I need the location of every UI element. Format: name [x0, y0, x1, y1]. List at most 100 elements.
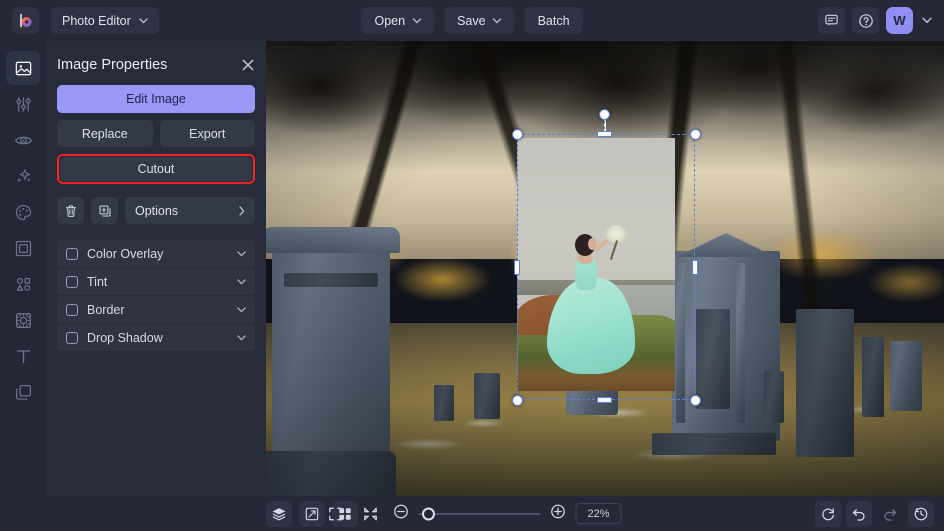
trash-icon	[64, 204, 78, 218]
befunky-logo-icon	[17, 12, 35, 30]
photo-editor-app: Photo Editor Open Save Batch	[0, 0, 944, 531]
chevron-down-icon	[237, 307, 246, 313]
chevron-down-icon	[412, 18, 421, 24]
options-button[interactable]: Options	[125, 197, 255, 224]
chevron-right-icon	[239, 206, 245, 216]
fit-screen-button[interactable]	[323, 501, 349, 527]
image-icon	[14, 59, 33, 78]
sidebar-item-graphics[interactable]	[6, 267, 40, 301]
bottom-toolbar: 22%	[0, 496, 944, 531]
handle-bottom-left[interactable]	[512, 395, 523, 406]
sidebar-item-edit[interactable]	[6, 87, 40, 121]
editor-body: Image Properties Edit Image Replace Expo…	[0, 41, 944, 496]
sliders-icon	[14, 95, 33, 114]
sidebar-item-artsy[interactable]	[6, 195, 40, 229]
handle-top-center[interactable]	[597, 131, 612, 137]
option-label: Tint	[87, 275, 228, 289]
collapse-view-button[interactable]	[358, 501, 384, 527]
feedback-button[interactable]	[818, 7, 845, 34]
tool-rail	[0, 41, 46, 496]
history-button[interactable]	[908, 501, 934, 527]
sidebar-item-effects[interactable]	[6, 159, 40, 193]
sidebar-item-image-manager[interactable]	[6, 51, 40, 85]
duplicate-icon	[98, 204, 112, 218]
batch-button[interactable]: Batch	[525, 7, 583, 34]
resize-arrow-icon	[304, 506, 320, 522]
color-overlay-checkbox[interactable]	[66, 248, 78, 260]
option-label: Drop Shadow	[87, 331, 228, 345]
export-button[interactable]: Export	[160, 120, 256, 147]
zoom-slider-handle[interactable]	[422, 507, 435, 520]
batch-label: Batch	[538, 14, 570, 28]
user-avatar[interactable]: W	[886, 7, 913, 34]
chevron-down-icon	[237, 335, 246, 341]
history-controls	[815, 501, 934, 527]
fit-screen-icon	[328, 506, 344, 522]
zoom-level-display[interactable]: 22%	[576, 503, 622, 524]
chevron-down-icon	[922, 17, 932, 24]
cutout-button[interactable]: Cutout	[60, 157, 252, 181]
sparkles-icon	[14, 167, 33, 186]
option-color-overlay[interactable]: Color Overlay	[57, 240, 255, 267]
delete-layer-button[interactable]	[57, 197, 84, 224]
option-tint[interactable]: Tint	[57, 268, 255, 295]
options-label: Options	[135, 204, 178, 218]
chevron-down-icon	[139, 18, 148, 24]
account-menu-button[interactable]	[920, 15, 934, 26]
zoom-in-button[interactable]	[550, 503, 567, 525]
selection-box[interactable]	[517, 134, 695, 400]
drop-shadow-checkbox[interactable]	[66, 332, 78, 344]
duplicate-layer-button[interactable]	[91, 197, 118, 224]
frame-icon	[14, 239, 33, 258]
handle-bottom-center[interactable]	[597, 397, 612, 403]
redo-button[interactable]	[877, 501, 903, 527]
help-circle-icon	[858, 13, 874, 29]
undo-arrow-icon	[851, 506, 867, 522]
handle-mid-right[interactable]	[692, 260, 698, 275]
layer-effect-list: Color Overlay Tint Border	[57, 240, 255, 351]
chevron-down-icon	[237, 279, 246, 285]
cutout-highlight: Cutout	[57, 154, 255, 184]
sidebar-item-text[interactable]	[6, 339, 40, 373]
option-drop-shadow[interactable]: Drop Shadow	[57, 324, 255, 351]
eye-icon	[14, 131, 33, 150]
befunky-logo-button[interactable]	[12, 7, 39, 34]
reset-button[interactable]	[815, 501, 841, 527]
layer-tools-row: Options	[57, 197, 255, 224]
replace-button[interactable]: Replace	[57, 120, 153, 147]
rotate-handle[interactable]	[599, 109, 610, 120]
layers-stack-icon	[271, 506, 287, 522]
image-properties-panel: Image Properties Edit Image Replace Expo…	[46, 41, 266, 496]
close-panel-button[interactable]	[241, 58, 255, 72]
help-button[interactable]	[852, 7, 879, 34]
palette-icon	[14, 203, 33, 222]
border-checkbox[interactable]	[66, 304, 78, 316]
tint-checkbox[interactable]	[66, 276, 78, 288]
account-actions: W	[818, 7, 934, 34]
layers-icon	[14, 383, 33, 402]
undo-button[interactable]	[846, 501, 872, 527]
app-selector[interactable]: Photo Editor	[51, 7, 159, 34]
transform-button[interactable]	[299, 501, 325, 527]
edit-image-button[interactable]: Edit Image	[57, 85, 255, 113]
handle-top-right[interactable]	[690, 129, 701, 140]
sidebar-item-textures[interactable]	[6, 303, 40, 337]
text-t-icon	[14, 347, 33, 366]
zoom-slider[interactable]	[419, 513, 541, 515]
handle-bottom-right[interactable]	[690, 395, 701, 406]
zoom-out-button[interactable]	[393, 503, 410, 525]
zoom-in-circle-icon	[550, 503, 567, 520]
save-button[interactable]: Save	[444, 7, 515, 34]
page-title: Image Properties	[57, 57, 167, 73]
close-x-icon	[241, 58, 255, 72]
sidebar-item-layers[interactable]	[6, 375, 40, 409]
handle-top-left[interactable]	[512, 129, 523, 140]
avatar-initial: W	[893, 13, 905, 28]
layers-panel-button[interactable]	[266, 501, 292, 527]
option-border[interactable]: Border	[57, 296, 255, 323]
canvas[interactable]	[266, 41, 944, 496]
open-button[interactable]: Open	[361, 7, 434, 34]
sidebar-item-frames[interactable]	[6, 231, 40, 265]
sidebar-item-touch-up[interactable]	[6, 123, 40, 157]
handle-mid-left[interactable]	[514, 260, 520, 275]
